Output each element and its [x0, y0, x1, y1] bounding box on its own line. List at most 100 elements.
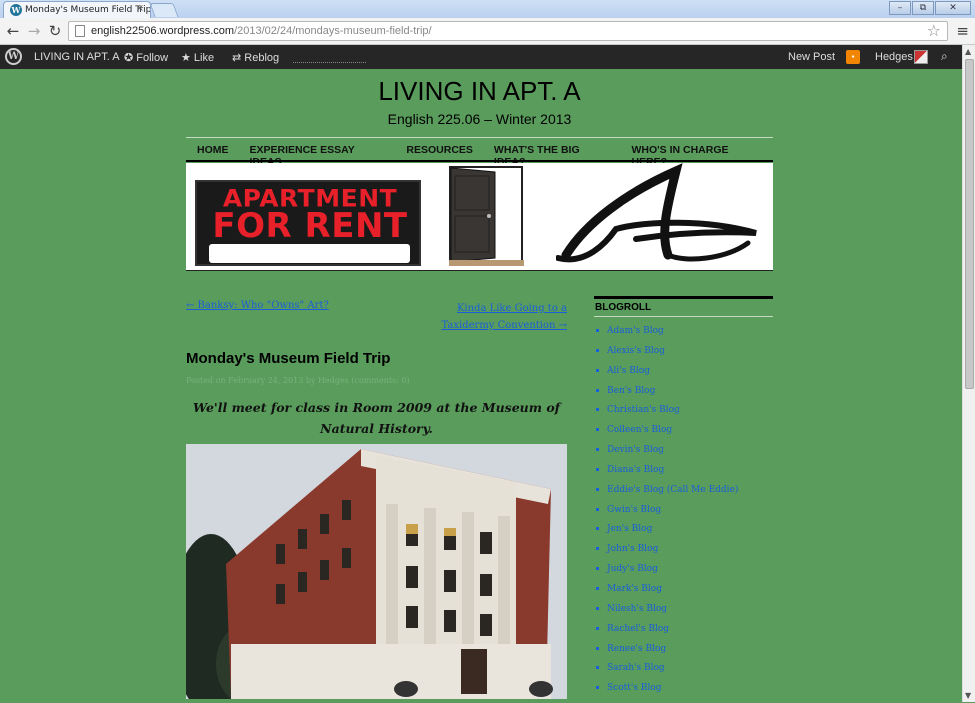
blogroll-item[interactable]: Mark's Blog: [596, 584, 738, 604]
blogroll-item[interactable]: Rachel's Blog: [596, 624, 738, 644]
blogroll-item[interactable]: Jen's Blog: [596, 524, 738, 544]
window-controls: – ⧉ ✕: [889, 1, 971, 15]
user-avatar[interactable]: [914, 50, 928, 64]
museum-building-photo[interactable]: [186, 444, 567, 699]
url-host: english22506.wordpress.com: [91, 25, 235, 37]
user-name[interactable]: Hedges: [875, 51, 913, 63]
blogroll-item[interactable]: Ben's Blog: [596, 386, 738, 406]
scroll-thumb[interactable]: [965, 59, 974, 389]
blogroll-title: BLOGROLL: [595, 302, 652, 313]
next-post-link[interactable]: Kinda Like Going to a Taxidermy Conventi…: [400, 300, 567, 334]
address-bar[interactable]: english22506.wordpress.com/2013/02/24/mo…: [68, 21, 948, 41]
blogroll-link[interactable]: Nilesh's Blog: [607, 604, 667, 614]
blogroll-link[interactable]: Colleen's Blog: [607, 425, 672, 435]
blogroll-item[interactable]: Christian's Blog: [596, 405, 738, 425]
blogroll-link[interactable]: Rachel's Blog: [607, 624, 669, 634]
nav-item-who-in-charge[interactable]: WHO'S IN CHARGE HERE?: [632, 144, 764, 168]
forward-arrow-icon[interactable]: →: [25, 22, 43, 40]
close-window-button[interactable]: ✕: [935, 1, 971, 15]
browser-toolbar: ← → ↻ english22506.wordpress.com/2013/02…: [0, 18, 975, 45]
like-button[interactable]: ★ Like: [181, 51, 214, 64]
post-lead-text: We'll meet for class in Room 2009 at the…: [192, 400, 561, 436]
scroll-down-icon[interactable]: ▼: [965, 691, 971, 700]
blogroll-item[interactable]: Adam's Blog: [596, 326, 738, 346]
reblog-label: Reblog: [244, 52, 280, 64]
blogroll-item[interactable]: Ali's Blog: [596, 366, 738, 386]
blogroll-link[interactable]: Devin's Blog: [607, 445, 664, 455]
browser-tab[interactable]: W Monday's Museum Field Trip ×: [3, 1, 151, 18]
reblog-icon: ⇄: [232, 52, 245, 64]
bullet-icon: [596, 606, 599, 610]
bullet-icon: [596, 507, 599, 511]
blogroll-link[interactable]: Jen's Blog: [607, 524, 652, 534]
browser-menu-icon[interactable]: ≡: [956, 22, 969, 40]
previous-post-link[interactable]: ← Banksy: Who "Owns" Art?: [186, 300, 329, 311]
tab-title: Monday's Museum Field Trip: [25, 5, 151, 15]
blogroll-link[interactable]: Adam's Blog: [607, 326, 664, 336]
blogroll-item[interactable]: Eddie's Blog (Call Me Eddie): [596, 485, 738, 505]
star-icon: ★: [181, 52, 194, 64]
blogroll-link[interactable]: Scott's Blog: [607, 683, 661, 693]
blogroll-link[interactable]: John's Blog: [607, 544, 658, 554]
nav-item-experience-essay-ideas[interactable]: EXPERIENCE ESSAY IDEAS: [250, 144, 386, 168]
bullet-icon: [596, 368, 599, 372]
bullet-icon: [596, 467, 599, 471]
blogroll-link[interactable]: Sarah's Blog: [607, 663, 665, 673]
tab-close-icon[interactable]: ×: [136, 3, 144, 14]
blogroll-link[interactable]: Gwin's Blog: [607, 505, 661, 515]
blogroll-item[interactable]: Judy's Blog: [596, 564, 738, 584]
blogroll-item[interactable]: Scott's Blog: [596, 683, 738, 703]
blogroll-list: Adam's Blog Alexis's Blog Ali's Blog Ben…: [596, 326, 738, 703]
notifications-icon[interactable]: ▪: [846, 50, 860, 64]
site-description: English 225.06 – Winter 2013: [387, 111, 572, 127]
widget-top-rule: [594, 296, 773, 299]
blogroll-item[interactable]: Alexis's Blog: [596, 346, 738, 366]
blogroll-item[interactable]: Colleen's Blog: [596, 425, 738, 445]
blogroll-link[interactable]: Diana's Blog: [607, 465, 664, 475]
bookmark-star-icon[interactable]: ☆: [927, 21, 941, 40]
admin-site-name[interactable]: LIVING IN APT. A: [34, 51, 120, 63]
nav-item-resources[interactable]: RESOURCES: [406, 144, 473, 160]
bullet-icon: [596, 428, 599, 432]
site-title[interactable]: LIVING IN APT. A: [186, 76, 773, 107]
post-title[interactable]: Monday's Museum Field Trip: [186, 350, 390, 367]
wordpress-logo-icon[interactable]: W: [5, 48, 22, 65]
new-tab-button[interactable]: [149, 3, 179, 17]
browser-titlebar: W Monday's Museum Field Trip × – ⧉ ✕: [0, 0, 975, 18]
admin-search-field[interactable]: [293, 62, 366, 63]
reblog-button[interactable]: ⇄ Reblog: [232, 51, 279, 64]
blogroll-link[interactable]: Judy's Blog: [607, 564, 658, 574]
blogroll-item[interactable]: Nilesh's Blog: [596, 604, 738, 624]
widget-sub-rule: [594, 316, 773, 317]
apartment-for-rent-sign: APARTMENT FOR RENT: [195, 180, 421, 266]
bullet-icon: [596, 686, 599, 690]
bullet-icon: [596, 666, 599, 670]
blogroll-item[interactable]: Gwin's Blog: [596, 505, 738, 525]
blogroll-item[interactable]: Devin's Blog: [596, 445, 738, 465]
maximize-button[interactable]: ⧉: [912, 1, 934, 15]
new-post-button[interactable]: New Post: [788, 51, 835, 63]
like-label: Like: [193, 52, 215, 64]
blogroll-link[interactable]: Ali's Blog: [607, 366, 650, 376]
follow-button[interactable]: ✪ Follow: [124, 51, 168, 64]
header-banner-image[interactable]: APARTMENT FOR RENT: [186, 163, 773, 271]
nav-item-home[interactable]: HOME: [197, 144, 229, 160]
scroll-up-icon[interactable]: ▲: [965, 47, 971, 56]
blogroll-item[interactable]: Diana's Blog: [596, 465, 738, 485]
search-icon[interactable]: ⌕: [941, 49, 948, 64]
blogroll-link[interactable]: Ben's Blog: [607, 386, 655, 396]
page-scrollbar[interactable]: ▲ ▼: [962, 45, 975, 702]
blogroll-link[interactable]: Eddie's Blog (Call Me Eddie): [607, 485, 738, 495]
blogroll-link[interactable]: Alexis's Blog: [607, 346, 665, 356]
open-door-icon: [449, 166, 524, 266]
blogroll-item[interactable]: John's Blog: [596, 544, 738, 564]
blogroll-link[interactable]: Christian's Blog: [607, 405, 680, 415]
back-arrow-icon[interactable]: ←: [4, 22, 22, 40]
blogroll-link[interactable]: Mark's Blog: [607, 584, 662, 594]
minimize-button[interactable]: –: [889, 1, 911, 15]
blogroll-item[interactable]: Sarah's Blog: [596, 663, 738, 683]
blogroll-link[interactable]: Renee's Blog: [607, 644, 666, 654]
reload-icon[interactable]: ↻: [46, 22, 64, 40]
blogroll-item[interactable]: Renee's Blog: [596, 644, 738, 664]
nav-item-big-idea[interactable]: WHAT'S THE BIG IDEA?: [494, 144, 611, 168]
